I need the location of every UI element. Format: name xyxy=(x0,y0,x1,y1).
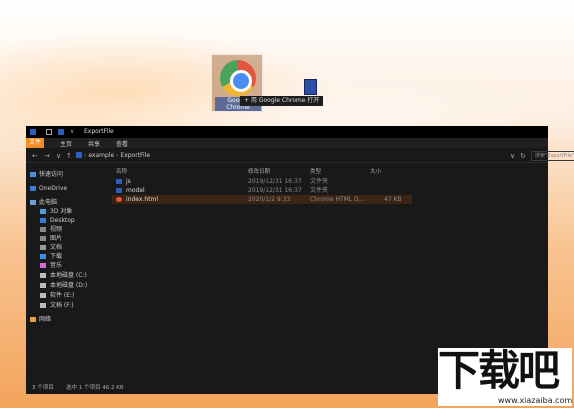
file-type: 文件夹 xyxy=(310,178,329,185)
column-header-name[interactable]: 名称 xyxy=(116,167,127,175)
tab-share[interactable]: 共享 xyxy=(88,139,100,148)
forward-arrow-icon[interactable]: → xyxy=(44,152,50,160)
cube-icon xyxy=(40,209,46,214)
table-row[interactable]: js 2019/12/31 16:37 文件夹 xyxy=(112,177,412,186)
table-row[interactable]: model 2019/12/31 16:37 文件夹 xyxy=(112,186,412,195)
tab-home[interactable]: 主页 xyxy=(60,139,72,148)
breadcrumb-separator: › xyxy=(84,152,87,159)
drive-icon xyxy=(40,303,46,308)
picture-icon xyxy=(40,236,46,241)
table-row-selected[interactable]: index.html 2020/1/2 9:33 Chrome HTML D..… xyxy=(112,195,412,204)
address-bar: ← → ∨ ↑ › example › ExportFile ∨ ↻ 搜索"Ex… xyxy=(26,149,574,163)
watermark: 下载吧 www.xiazaiba.com xyxy=(438,348,572,406)
item-count: 3 个项目 xyxy=(32,385,54,391)
tab-file[interactable]: 文件 xyxy=(26,138,45,148)
drive-icon xyxy=(40,273,46,278)
network-icon xyxy=(30,317,36,322)
new-folder-icon[interactable] xyxy=(58,129,64,135)
breadcrumb-item[interactable]: example xyxy=(88,152,114,159)
sidebar-item-desktop[interactable]: Desktop xyxy=(26,216,112,225)
search-input[interactable]: 搜索"ExportFile" xyxy=(531,151,574,161)
file-name: js xyxy=(126,178,131,185)
sidebar-item-network[interactable]: 网络 xyxy=(26,315,112,324)
sidebar-item-videos[interactable]: 视频 xyxy=(26,225,112,234)
sidebar-item-drive-d[interactable]: 本地磁盘 (D:) xyxy=(26,281,112,290)
window-title: ExportFile xyxy=(84,128,114,135)
column-header-type[interactable]: 类型 xyxy=(310,167,321,175)
folder-icon xyxy=(30,129,36,135)
properties-icon[interactable] xyxy=(46,129,52,135)
cloud-icon xyxy=(30,186,36,191)
up-arrow-icon[interactable]: ↑ xyxy=(66,152,72,160)
recent-chevron-icon[interactable]: ∨ xyxy=(56,152,61,160)
sidebar-item-onedrive[interactable]: OneDrive xyxy=(26,184,112,193)
file-name: model xyxy=(126,187,145,194)
sidebar-item-3d-objects[interactable]: 3D 对象 xyxy=(26,207,112,216)
file-icon[interactable] xyxy=(304,79,317,95)
sidebar-item-documents[interactable]: 文档 xyxy=(26,243,112,252)
selection-info: 选中 1 个项目 46.2 KB xyxy=(66,385,124,391)
sidebar-item-drive-c[interactable]: 本地磁盘 (C:) xyxy=(26,271,112,280)
sidebar-item-music[interactable]: 音乐 xyxy=(26,261,112,270)
breadcrumb[interactable]: › example › ExportFile xyxy=(84,151,509,161)
desktop-icon xyxy=(40,218,46,223)
computer-icon xyxy=(30,200,36,205)
column-header-size[interactable]: 大小 xyxy=(370,167,381,175)
address-dropdown-icon[interactable]: ∨ xyxy=(510,152,515,160)
chrome-icon xyxy=(220,60,256,96)
sidebar-item-quick-access[interactable]: 快速访问 xyxy=(26,170,112,179)
file-date: 2019/12/31 16:37 xyxy=(248,178,302,185)
breadcrumb-separator: › xyxy=(116,152,119,159)
title-bar: ∨ ExportFile xyxy=(26,126,548,138)
document-icon xyxy=(40,245,46,250)
drive-icon xyxy=(40,283,46,288)
file-date: 2020/1/2 9:33 xyxy=(248,196,291,203)
file-type: 文件夹 xyxy=(310,187,329,194)
sidebar-item-pictures[interactable]: 图片 xyxy=(26,234,112,243)
folder-icon xyxy=(116,179,122,184)
download-icon xyxy=(40,254,46,259)
star-icon xyxy=(30,172,36,177)
navigation-pane: 快速访问 OneDrive 此电脑 3D 对象 Desktop 视频 图片 文档… xyxy=(26,164,112,382)
refresh-icon[interactable]: ↻ xyxy=(520,152,526,160)
sidebar-item-drive-f[interactable]: 文档 (F:) xyxy=(26,301,112,310)
column-header-date[interactable]: 修改日期 xyxy=(248,167,270,175)
chevron-down-icon[interactable]: ∨ xyxy=(70,129,76,135)
video-icon xyxy=(40,227,46,232)
drive-icon xyxy=(40,293,46,298)
watermark-logo: 下载吧 xyxy=(438,346,560,395)
chrome-icon xyxy=(116,197,122,202)
sidebar-item-this-pc[interactable]: 此电脑 xyxy=(26,198,112,207)
music-icon xyxy=(40,263,46,268)
location-folder-icon xyxy=(76,152,82,158)
folder-icon xyxy=(116,188,122,193)
back-arrow-icon[interactable]: ← xyxy=(32,152,38,160)
file-size: 47 KB xyxy=(384,196,402,203)
ribbon-tabs: 文件 主页 共享 查看 xyxy=(26,138,548,148)
sidebar-item-downloads[interactable]: 下载 xyxy=(26,252,112,261)
tab-view[interactable]: 查看 xyxy=(116,139,128,148)
file-name: index.html xyxy=(126,196,158,203)
file-type: Chrome HTML D... xyxy=(310,196,365,203)
file-date: 2019/12/31 16:37 xyxy=(248,187,302,194)
sidebar-item-drive-e[interactable]: 软件 (E:) xyxy=(26,291,112,300)
breadcrumb-item[interactable]: ExportFile xyxy=(120,152,150,159)
watermark-url: www.xiazaiba.com xyxy=(498,396,573,405)
drag-tooltip: + 用 Google Chrome 打开 xyxy=(240,96,324,106)
